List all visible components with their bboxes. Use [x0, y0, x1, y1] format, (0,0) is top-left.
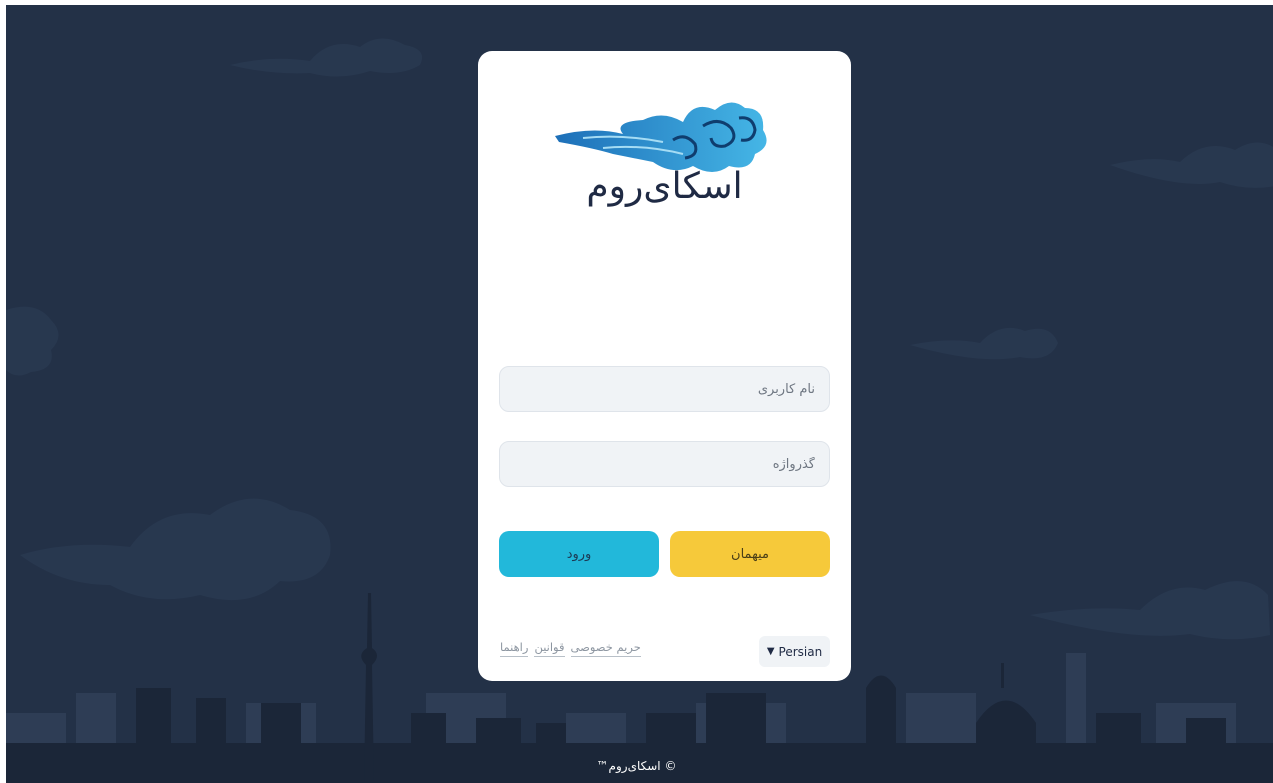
cloud-decoration-top-left	[230, 38, 423, 77]
cloud-decoration-left-mid	[6, 306, 59, 376]
password-input[interactable]	[499, 441, 830, 487]
guest-button[interactable]: میهمان	[670, 531, 830, 577]
cloud-decoration-right-top	[1110, 142, 1273, 188]
footer-copyright: © اسکای‌روم™	[596, 759, 677, 773]
privacy-link[interactable]: حریم خصوصی	[570, 640, 641, 657]
help-link[interactable]: راهنما	[500, 640, 529, 657]
username-input[interactable]	[499, 366, 830, 412]
terms-link[interactable]: قوانین	[534, 640, 565, 657]
cloud-decoration-right-mid	[910, 327, 1058, 360]
footer-links: حریم خصوصی قوانین راهنما	[500, 640, 641, 657]
language-label: Persian	[778, 644, 823, 659]
brand-name: اسکای‌روم	[586, 166, 743, 207]
login-button[interactable]: ورود	[499, 531, 659, 577]
language-select[interactable]: ▼ Persian	[759, 636, 830, 667]
chevron-down-icon: ▼	[766, 646, 775, 657]
login-card: اسکای‌روم ورود میهمان حریم خصوصی قوانین …	[478, 51, 851, 681]
